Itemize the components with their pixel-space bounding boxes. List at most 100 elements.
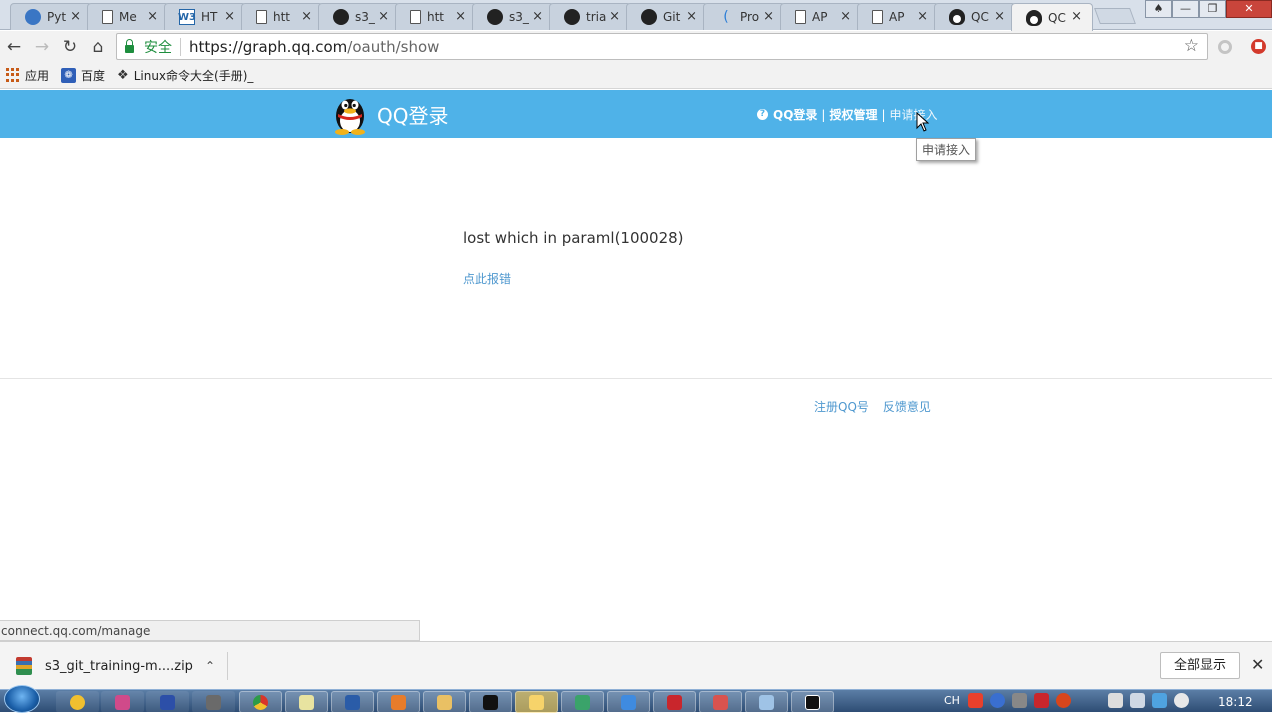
secure-label: 安全 (144, 39, 172, 56)
tab-close-icon[interactable]: × (994, 9, 1005, 24)
taskbar-office-icon[interactable] (377, 691, 420, 713)
taskbar-chrome-canary-icon[interactable] (56, 691, 99, 713)
footer-divider (0, 378, 1272, 379)
zip-archive-icon (16, 657, 32, 675)
nav-qq-login[interactable]: QQ登录 (773, 106, 817, 123)
address-bar[interactable]: 安全 https://graph.qq.com/oauth/show ☆ (116, 33, 1208, 60)
taskbar-terminal-icon[interactable] (469, 691, 512, 713)
taskbar-pycharm-icon[interactable] (791, 691, 834, 713)
tab-close-icon[interactable]: × (840, 9, 851, 24)
tab-close-icon[interactable]: × (147, 9, 158, 24)
github-icon (487, 9, 503, 25)
tab-title: htt (273, 10, 291, 24)
taskbar-xmind-icon[interactable] (607, 691, 650, 713)
tray-arrow-icon[interactable] (1011, 693, 1027, 708)
taskbar-save-icon[interactable] (146, 691, 189, 713)
sogou-input-icon[interactable] (967, 693, 983, 708)
report-error-link[interactable]: 点此报错 (463, 270, 511, 287)
tab-close-icon[interactable]: × (1071, 9, 1082, 24)
forward-arrow-icon[interactable]: → (28, 33, 56, 61)
tab-title: s3_ (509, 10, 529, 24)
taskbar-cart-icon[interactable] (515, 691, 558, 713)
tab-title: QC (971, 10, 989, 24)
nav-apply-access[interactable]: 申请接入 (890, 106, 938, 123)
start-button-icon[interactable] (4, 685, 40, 713)
document-icon (410, 10, 421, 24)
bookmark-baidu[interactable]: ❁ 百度 (61, 67, 105, 84)
browser-tab[interactable]: htt × (241, 3, 323, 30)
back-arrow-icon[interactable]: ← (0, 33, 28, 61)
help-tray-icon[interactable] (989, 693, 1005, 708)
document-icon (102, 10, 113, 24)
tab-close-icon[interactable]: × (532, 9, 543, 24)
taskbar-vm-icon[interactable] (561, 691, 604, 713)
tab-close-icon[interactable]: × (224, 9, 235, 24)
close-shelf-icon[interactable]: ✕ (1251, 655, 1264, 674)
browser-tab[interactable]: Me × (87, 3, 169, 30)
browser-tab[interactable]: Git × (626, 3, 708, 30)
nav-separator: | (881, 107, 886, 122)
download-filename: s3_git_training-m....zip (45, 658, 193, 674)
tray-shield-icon[interactable] (1151, 693, 1167, 708)
tab-close-icon[interactable]: × (686, 9, 697, 24)
qq-top-nav: ? QQ登录 | 授权管理 | 申请接入 (757, 106, 938, 123)
tray-usb-icon[interactable] (1107, 693, 1123, 708)
tab-close-icon[interactable]: × (763, 9, 774, 24)
feedback-link[interactable]: 反馈意见 (883, 398, 931, 415)
taskbar-clock[interactable]: 18:12 (1218, 695, 1253, 709)
nav-auth-manage[interactable]: 授权管理 (829, 106, 877, 123)
browser-tab[interactable]: QC × (934, 3, 1016, 30)
taskbar-explorer-icon[interactable] (423, 691, 466, 713)
tab-title: Me (119, 10, 137, 24)
register-qq-link[interactable]: 注册QQ号 (814, 398, 869, 415)
adblock-extension-icon[interactable]: ■ (1251, 39, 1266, 54)
ime-indicator[interactable]: CH (944, 694, 960, 707)
tab-close-icon[interactable]: × (301, 9, 312, 24)
home-icon[interactable]: ⌂ (84, 33, 112, 61)
taskbar-paint-icon[interactable] (101, 691, 144, 713)
taskbar-weibo-icon[interactable] (699, 691, 742, 713)
browser-tab[interactable]: Pyt × (10, 3, 92, 30)
tray-orange-icon[interactable] (1055, 693, 1071, 708)
minimize-button[interactable]: — (1172, 0, 1199, 18)
bookmarks-bar: 应用 ❁ 百度 ❖ Linux命令大全(手册)_ (0, 62, 1272, 89)
bookmark-star-icon[interactable]: ☆ (1184, 36, 1199, 56)
extension-circle-icon[interactable] (1218, 40, 1232, 54)
browser-tab[interactable]: htt × (395, 3, 477, 30)
qq-penguin-logo-icon[interactable] (332, 93, 368, 135)
reload-icon[interactable]: ↻ (56, 33, 84, 61)
user-profile-button[interactable]: ♠ (1145, 0, 1172, 18)
window-close-button[interactable]: ✕ (1226, 0, 1272, 18)
browser-tab[interactable]: tria × (549, 3, 631, 30)
chevron-up-icon[interactable]: ⌃ (205, 659, 215, 673)
browser-tab[interactable]: AP × (780, 3, 862, 30)
tab-close-icon[interactable]: × (917, 9, 928, 24)
taskbar-tools-icon[interactable] (192, 691, 235, 713)
show-all-downloads-button[interactable]: 全部显示 (1160, 652, 1240, 679)
tab-close-icon[interactable]: × (70, 9, 81, 24)
browser-tab[interactable]: (Pro × (703, 3, 785, 30)
download-item[interactable]: s3_git_training-m....zip ⌃ (12, 652, 228, 680)
tab-close-icon[interactable]: × (378, 9, 389, 24)
bookmark-linux[interactable]: ❖ Linux命令大全(手册)_ (117, 67, 253, 84)
bookmark-apps[interactable]: 应用 (6, 67, 49, 84)
new-tab-button[interactable] (1094, 8, 1136, 24)
taskbar-paint-palette-icon[interactable] (745, 691, 788, 713)
browser-tab[interactable]: s3_ × (472, 3, 554, 30)
tab-close-icon[interactable]: × (455, 9, 466, 24)
volume-icon[interactable] (1173, 693, 1189, 708)
omnibox-separator (180, 37, 181, 56)
taskbar-red-v-icon[interactable] (653, 691, 696, 713)
taskbar-notepad-icon[interactable] (285, 691, 328, 713)
taskbar-word-icon[interactable] (331, 691, 374, 713)
taskbar-chrome-icon[interactable] (239, 691, 282, 713)
browser-tab[interactable]: s3_ × (318, 3, 400, 30)
tab-close-icon[interactable]: × (609, 9, 620, 24)
browser-tab[interactable]: AP × (857, 3, 939, 30)
network-icon[interactable] (1129, 693, 1145, 708)
tray-red-v-icon[interactable] (1033, 693, 1049, 708)
w3-icon: W3 (178, 9, 196, 25)
browser-tab[interactable]: W3 HT × (164, 3, 246, 30)
browser-tab[interactable]: QC × (1011, 3, 1093, 31)
restore-button[interactable]: ❐ (1199, 0, 1226, 18)
